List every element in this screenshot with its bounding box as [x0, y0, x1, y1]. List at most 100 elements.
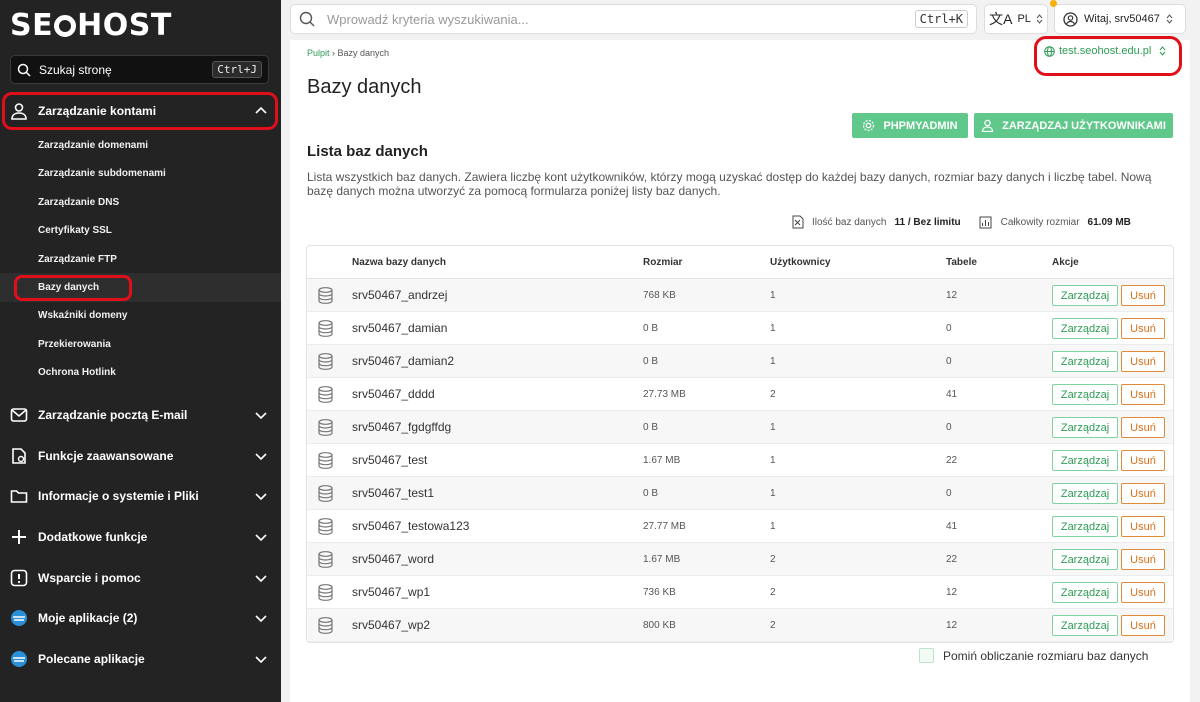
- table-row: srv50467_wp2 800 KB 2 12 Zarządzaj Usuń: [307, 609, 1173, 642]
- sidebar-search-shortcut: Ctrl+J: [212, 61, 262, 78]
- sidebar-section-recommended-apps[interactable]: Polecane aplikacje: [0, 639, 281, 679]
- sidebar-item-dns[interactable]: Zarządzanie DNS: [38, 197, 119, 208]
- table-row: srv50467_wp1 736 KB 2 12 Zarządzaj Usuń: [307, 576, 1173, 609]
- delete-button[interactable]: Usuń: [1121, 384, 1165, 405]
- header-size: Rozmiar: [643, 257, 683, 268]
- sidebar-section-label: Informacje o systemie i Pliki: [38, 489, 199, 503]
- chevron-down-icon: [255, 534, 267, 542]
- db-name: srv50467_dddd: [352, 387, 435, 401]
- database-icon: [318, 452, 333, 469]
- delete-button[interactable]: Usuń: [1121, 417, 1165, 438]
- chart-icon: [979, 216, 992, 228]
- search-icon: [17, 63, 31, 77]
- sidebar-search[interactable]: Szukaj stronę Ctrl+J: [10, 55, 269, 84]
- sort-chevron-icon: [1166, 14, 1173, 24]
- manage-button[interactable]: Zarządzaj: [1052, 318, 1118, 339]
- seohost-logo[interactable]: SE HOST: [10, 7, 172, 43]
- db-tables: 0: [946, 323, 952, 334]
- table-row: srv50467_dddd 27.73 MB 2 41 Zarządzaj Usuń: [307, 378, 1173, 411]
- db-name: srv50467_test: [352, 453, 428, 467]
- manage-users-button[interactable]: ZARZĄDZAJ UŻYTKOWNIKAMI: [974, 113, 1173, 138]
- manage-button[interactable]: Zarządzaj: [1052, 285, 1118, 306]
- logo-text-right: HOST: [77, 7, 172, 43]
- sidebar-section-email[interactable]: Zarządzanie pocztą E-mail: [0, 395, 281, 435]
- sidebar-section-label: Funkcje zaawansowane: [38, 449, 174, 463]
- delete-button[interactable]: Usuń: [1121, 483, 1165, 504]
- delete-button[interactable]: Usuń: [1121, 450, 1165, 471]
- manage-button[interactable]: Zarządzaj: [1052, 549, 1118, 570]
- sidebar-section-label: Wsparcie i pomoc: [38, 571, 141, 585]
- user-icon: [981, 119, 994, 132]
- language-value: PL: [1017, 13, 1031, 25]
- manage-button[interactable]: Zarządzaj: [1052, 351, 1118, 372]
- sidebar-section-label: Moje aplikacje (2): [38, 611, 138, 625]
- chevron-down-icon: [255, 615, 267, 623]
- language-select[interactable]: 文A PL: [984, 4, 1048, 34]
- manage-button[interactable]: Zarządzaj: [1052, 483, 1118, 504]
- table-row: srv50467_testowa123 27.77 MB 1 41 Zarządzaj U…: [307, 510, 1173, 543]
- sidebar-item-domain-indicators[interactable]: Wskaźniki domeny: [38, 310, 127, 321]
- db-tables: 0: [946, 422, 952, 433]
- sidebar-section-advanced[interactable]: Funkcje zaawansowane: [0, 436, 281, 476]
- phpmyadmin-button[interactable]: PHPMYADMIN: [852, 113, 968, 138]
- table-row: srv50467_fgdgffdg 0 B 1 0 Zarządzaj Usuń: [307, 411, 1173, 444]
- delete-button[interactable]: Usuń: [1121, 351, 1165, 372]
- sidebar-section-label: Zarządzanie pocztą E-mail: [38, 408, 188, 422]
- skip-size-checkbox[interactable]: [919, 648, 934, 663]
- delete-button[interactable]: Usuń: [1121, 582, 1165, 603]
- db-tables: 12: [946, 587, 958, 598]
- db-size: 0 B: [643, 422, 659, 433]
- top-search-input[interactable]: Wprowadź kryteria wyszukiwania... Ctrl+K: [290, 4, 977, 34]
- delete-button[interactable]: Usuń: [1121, 615, 1165, 636]
- sidebar-section-label: Polecane aplikacje: [38, 652, 145, 666]
- breadcrumb-home[interactable]: Pulpit: [307, 48, 330, 58]
- db-name: srv50467_word: [352, 552, 435, 566]
- db-users: 1: [770, 521, 776, 532]
- breadcrumb-current: Bazy danych: [337, 48, 390, 58]
- size-value: 61.09 MB: [1087, 216, 1131, 228]
- manage-button[interactable]: Zarządzaj: [1052, 417, 1118, 438]
- delete-button[interactable]: Usuń: [1121, 285, 1165, 306]
- manage-button[interactable]: Zarządzaj: [1052, 582, 1118, 603]
- sidebar-item-subdomains[interactable]: Zarządzanie subdomenami: [38, 168, 166, 179]
- sidebar-item-redirects[interactable]: Przekierowania: [38, 339, 111, 350]
- phpmyadmin-label: PHPMYADMIN: [883, 119, 958, 132]
- sidebar-item-domains[interactable]: Zarządzanie domenami: [38, 140, 148, 151]
- delete-button[interactable]: Usuń: [1121, 516, 1165, 537]
- delete-button[interactable]: Usuń: [1121, 318, 1165, 339]
- delete-button[interactable]: Usuń: [1121, 549, 1165, 570]
- db-users: 1: [770, 323, 776, 334]
- table-row: srv50467_word 1.67 MB 2 22 Zarządzaj Usuń: [307, 543, 1173, 576]
- app-globe-icon: [10, 650, 28, 668]
- manage-button[interactable]: Zarządzaj: [1052, 615, 1118, 636]
- sidebar-item-ssl[interactable]: Certyfikaty SSL: [38, 225, 112, 236]
- app-globe-icon: [10, 609, 28, 627]
- manage-button[interactable]: Zarządzaj: [1052, 384, 1118, 405]
- list-title: Lista baz danych: [307, 143, 428, 160]
- db-users: 1: [770, 455, 776, 466]
- sidebar-section-label: Dodatkowe funkcje: [38, 530, 148, 544]
- sidebar-section-system[interactable]: Informacje o systemie i Pliki: [0, 476, 281, 516]
- manage-button[interactable]: Zarządzaj: [1052, 450, 1118, 471]
- sidebar-item-ftp[interactable]: Zarządzanie FTP: [38, 254, 117, 265]
- skip-size-label: Pomiń obliczanie rozmiaru baz danych: [943, 649, 1149, 663]
- sidebar-section-support[interactable]: Wsparcie i pomoc: [0, 558, 281, 598]
- logo-text-left: SE: [10, 7, 54, 43]
- db-size: 27.77 MB: [643, 521, 686, 532]
- settings-doc-icon: [10, 447, 28, 465]
- user-menu[interactable]: Witaj, srv50467: [1054, 4, 1186, 34]
- sidebar-section-extra[interactable]: Dodatkowe funkcje: [0, 517, 281, 557]
- sidebar-item-hotlink[interactable]: Ochrona Hotlink: [38, 367, 116, 378]
- db-size: 1.67 MB: [643, 554, 681, 565]
- database-icon: [318, 353, 333, 370]
- db-tables: 0: [946, 488, 952, 499]
- db-name: srv50467_andrzej: [352, 288, 448, 302]
- database-table: Nazwa bazy danych Rozmiar Użytkownicy Ta…: [306, 245, 1174, 643]
- db-name: srv50467_wp1: [352, 585, 431, 599]
- db-users: 1: [770, 356, 776, 367]
- manage-button[interactable]: Zarządzaj: [1052, 516, 1118, 537]
- alert-icon: [10, 569, 28, 587]
- sidebar-section-my-apps[interactable]: Moje aplikacje (2): [0, 598, 281, 638]
- db-size: 768 KB: [643, 290, 676, 301]
- db-users: 1: [770, 488, 776, 499]
